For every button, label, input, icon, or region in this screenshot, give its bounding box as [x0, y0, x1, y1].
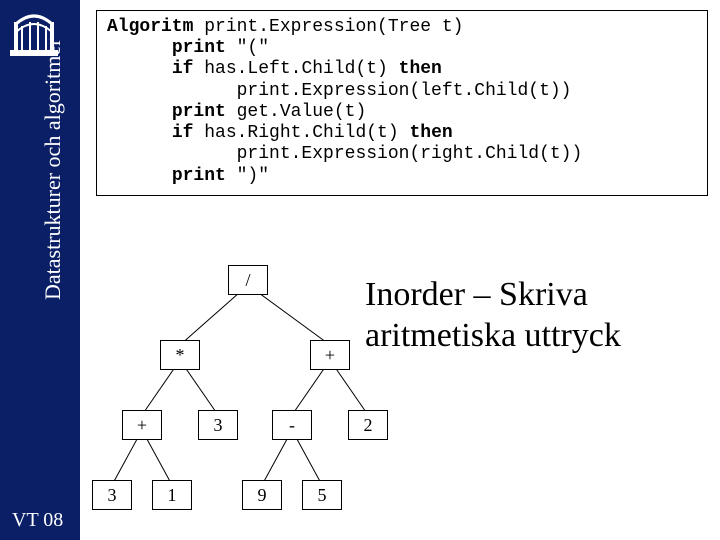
heading-line2: aritmetiska uttryck — [365, 317, 621, 354]
alg-rec1: print.Expression(left.Child(t)) — [237, 81, 572, 101]
alg-if1: has.Left.Child(t) — [193, 59, 398, 79]
alg-rec2: print.Expression(right.Child(t)) — [237, 144, 583, 164]
expression-tree: / * + + 3 - 2 3 1 9 5 — [80, 250, 400, 530]
kw-print: print — [172, 166, 226, 186]
tree-node: 5 — [302, 480, 342, 510]
tree-node: 1 — [152, 480, 192, 510]
kw-then: then — [409, 123, 452, 143]
tree-node: 3 — [198, 410, 238, 440]
kw-if: if — [172, 123, 194, 143]
alg-open: "(" — [226, 38, 269, 58]
kw-if: if — [172, 59, 194, 79]
sidebar-title: Datastrukturer och algoritmer — [40, 39, 66, 300]
tree-node: + — [310, 340, 350, 370]
alg-val: get.Value(t) — [226, 102, 366, 122]
tree-node-root: / — [228, 265, 268, 295]
tree-node: * — [160, 340, 200, 370]
kw-then: then — [399, 59, 442, 79]
tree-node: 9 — [242, 480, 282, 510]
algorithm-box: Algoritm print.Expression(Tree t) print … — [96, 10, 708, 196]
alg-signature: print.Expression(Tree t) — [193, 17, 463, 37]
alg-if2: has.Right.Child(t) — [193, 123, 409, 143]
kw-print: print — [172, 38, 226, 58]
tree-node: 3 — [92, 480, 132, 510]
tree-node: - — [272, 410, 312, 440]
footer-label: VT 08 — [12, 509, 63, 532]
kw-algoritm: Algoritm — [107, 17, 193, 37]
kw-print: print — [172, 102, 226, 122]
tree-node: + — [122, 410, 162, 440]
tree-node: 2 — [348, 410, 388, 440]
slide-heading: Inorder – Skriva aritmetiska uttryck — [365, 275, 621, 357]
alg-close: ")" — [226, 166, 269, 186]
